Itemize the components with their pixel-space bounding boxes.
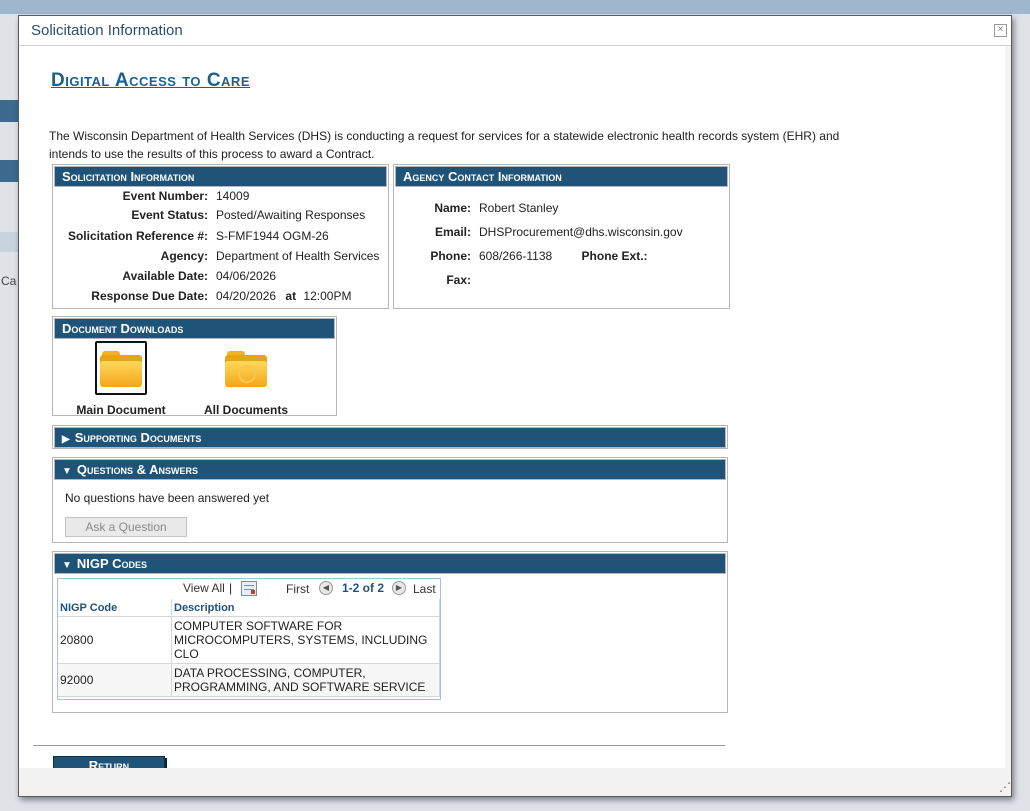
field-response-due-date: Response Due Date: 04/20/2026 at 12:00PM — [91, 289, 352, 303]
nigp-code-cell: 92000 — [58, 663, 172, 697]
expanded-arrow-icon: ▼ — [62, 560, 72, 571]
ask-question-button[interactable]: Ask a Question — [65, 517, 187, 537]
nigp-code-cell: 20800 — [58, 616, 172, 664]
section-header: Agency Contact Information — [395, 166, 728, 187]
document-downloads-section: Document Downloads Main Document All Doc… — [52, 316, 337, 417]
column-header-code: NIGP Code — [58, 599, 172, 617]
background-strip — [0, 100, 18, 122]
questions-answers-section: ▼ Questions & Answers No questions have b… — [52, 457, 728, 543]
contact-fax: Fax: — [446, 273, 471, 287]
contact-phone: Phone: 608/266-1138 Phone Ext.: — [430, 249, 648, 263]
view-all-link[interactable]: View All — [183, 581, 225, 595]
field-reference: Solicitation Reference #: S-FMF1944 OGM-2… — [67, 229, 329, 243]
page-range: 1-2 of 2 — [342, 581, 385, 595]
folder-download-icon — [223, 347, 269, 387]
modal-title: Solicitation Information — [31, 22, 183, 39]
nav-separator: | — [229, 581, 233, 595]
nigp-codes-header[interactable]: ▼ NIGP Codes — [54, 553, 726, 574]
main-document-download[interactable]: Main Document — [71, 347, 171, 417]
next-page-icon[interactable]: ▶ — [392, 581, 406, 595]
due-at-label: at — [285, 289, 297, 303]
nigp-table: NIGP Code Description 20800 COMPUTER SOF… — [58, 599, 440, 697]
field-available-date: Available Date: 04/06/2026 — [122, 269, 277, 283]
section-header: Document Downloads — [54, 318, 335, 339]
field-event-number: Event Number: 14009 — [122, 189, 250, 203]
previous-page-icon[interactable]: ◀ — [319, 581, 333, 595]
solicitation-info-section: Solicitation Information Event Number: 14… — [52, 164, 389, 309]
close-icon[interactable]: × — [994, 24, 1007, 37]
grid-navigation: View All | First ◀ 1-2 of 2 ▶ Last — [58, 579, 440, 599]
background-top-bar — [0, 0, 1030, 14]
no-questions-text: No questions have been answered yet — [65, 491, 270, 505]
modal-body: Digital Access to Care The Wisconsin Dep… — [19, 46, 1004, 775]
resize-grip-icon[interactable]: ⋰ — [999, 780, 1011, 794]
contact-email: Email: DHSProcurement@dhs.wisconsin.gov — [434, 225, 683, 239]
field-event-status: Event Status: Posted/Awaiting Responses — [131, 208, 366, 222]
main-document-label: Main Document — [76, 403, 166, 417]
nigp-description-cell: COMPUTER SOFTWARE FOR MICROCOMPUTERS, SY… — [171, 616, 440, 664]
modal-header: Solicitation Information × — [19, 16, 1011, 46]
field-agency: Agency: Department of Health Services — [160, 249, 380, 263]
contact-name: Name: Robert Stanley — [434, 201, 559, 215]
section-header: Solicitation Information — [54, 166, 387, 187]
collapsed-arrow-icon: ▶ — [62, 434, 70, 445]
first-link[interactable]: First — [286, 582, 309, 596]
nigp-description-cell: DATA PROCESSING, COMPUTER, PROGRAMMING, … — [171, 663, 440, 697]
nigp-codes-section: ▼ NIGP Codes View All | First ◀ 1-2 of 2 … — [52, 551, 728, 713]
last-link[interactable]: Last — [413, 582, 436, 596]
table-row: 92000 DATA PROCESSING, COMPUTER, PROGRAM… — [58, 663, 440, 697]
intro-text: The Wisconsin Department of Health Servi… — [49, 129, 840, 161]
column-header-description: Description — [171, 599, 440, 617]
modal-bottom-bar: ⋰ — [19, 768, 1011, 796]
all-documents-label: All Documents — [203, 403, 288, 417]
supporting-documents-section: ▶ Supporting Documents — [52, 425, 728, 449]
agency-contact-section: Agency Contact Information Name: Robert S… — [393, 164, 730, 309]
expanded-arrow-icon: ▼ — [62, 466, 72, 477]
background-strip — [0, 232, 18, 252]
supporting-documents-header[interactable]: ▶ Supporting Documents — [54, 427, 726, 448]
page-title: Digital Access to Care — [51, 70, 250, 91]
due-time: 12:00PM — [303, 289, 352, 303]
phone-ext-label: Phone Ext.: — [581, 249, 648, 263]
nigp-grid: View All | First ◀ 1-2 of 2 ▶ Last NIGP … — [57, 578, 441, 700]
table-row: 20800 COMPUTER SOFTWARE FOR MICROCOMPUTE… — [58, 616, 440, 664]
scroll-track[interactable] — [1005, 46, 1011, 768]
footer-divider — [33, 745, 725, 746]
solicitation-modal: Solicitation Information × Digital Acces… — [18, 15, 1012, 797]
grid-view-icon[interactable] — [241, 581, 257, 596]
folder-icon — [98, 347, 144, 387]
all-documents-download[interactable]: All Documents — [196, 347, 296, 417]
questions-answers-header[interactable]: ▼ Questions & Answers — [54, 459, 726, 480]
background-strip — [0, 160, 18, 182]
background-partial-text: Ca — [1, 274, 17, 288]
